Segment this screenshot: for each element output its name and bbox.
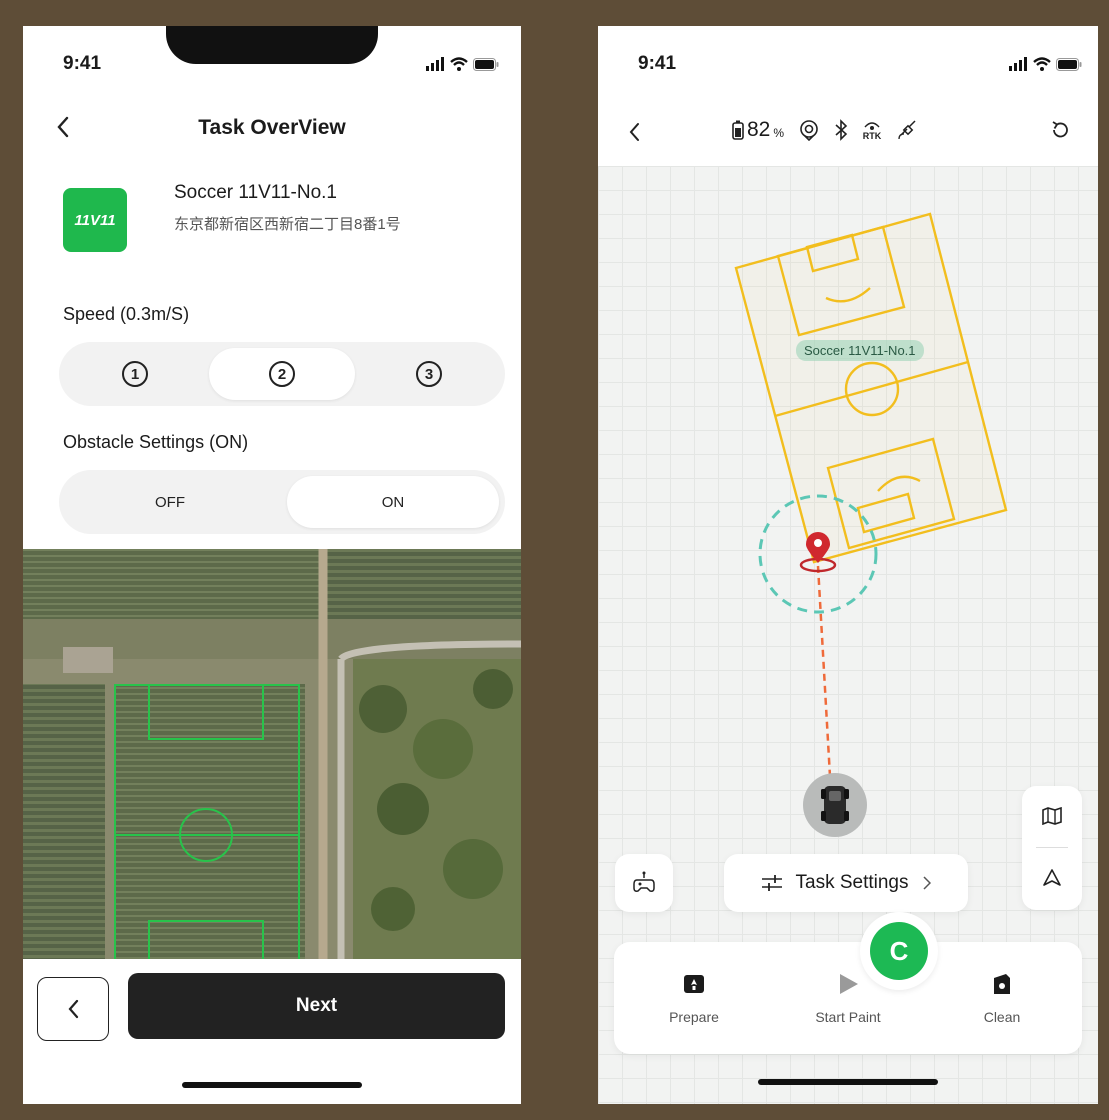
task-settings-label: Task Settings	[795, 872, 909, 893]
navigation-icon	[1042, 868, 1062, 888]
status-time: 9:41	[638, 53, 677, 74]
robot-marker[interactable]	[803, 773, 867, 837]
header	[598, 26, 1098, 166]
gamepad-icon	[632, 871, 656, 895]
status-icons	[425, 57, 499, 71]
wifi-icon	[1033, 57, 1051, 71]
obstacle-off-option[interactable]: OFF	[65, 476, 275, 528]
speed-label: Speed (0.3m/S)	[63, 304, 190, 324]
start-paint-label: Start Paint	[815, 1009, 881, 1025]
back-chevron-icon[interactable]	[628, 122, 640, 142]
avatar-initial: C	[870, 922, 928, 980]
obstacle-selector: OFF ON	[59, 470, 505, 534]
prepare-label: Prepare	[669, 1009, 719, 1025]
next-button[interactable]: Next	[128, 973, 505, 1039]
signal-icon	[425, 57, 445, 71]
gps-icon	[798, 119, 820, 141]
battery-icon	[1056, 58, 1082, 71]
map-view-button[interactable]	[1022, 786, 1082, 846]
device-status-bar: 82 % RTK	[732, 118, 920, 142]
status-icons	[1008, 57, 1082, 71]
robot-icon	[821, 783, 849, 827]
prepare-button[interactable]: Prepare	[634, 972, 754, 1025]
battery-icon	[473, 58, 499, 71]
remote-control-button[interactable]	[615, 854, 673, 912]
notch	[166, 26, 378, 64]
map-screen: 9:41 82 % RTK Soccer 11V11-No.1 Task Set…	[598, 26, 1098, 1104]
speed-selector: 1 2 3	[59, 342, 505, 406]
bluetooth-icon	[834, 119, 848, 141]
wifi-icon	[450, 57, 468, 71]
battery-unit: %	[773, 126, 785, 140]
back-button[interactable]	[37, 977, 109, 1041]
task-settings-button[interactable]: Task Settings	[724, 854, 968, 912]
task-address: 东京都新宿区西新宿二丁目8番1号	[174, 216, 401, 233]
task-badge: 11V11	[63, 188, 127, 252]
home-indicator	[758, 1079, 938, 1085]
satellite-icon	[896, 118, 920, 142]
home-indicator	[182, 1082, 362, 1088]
sliders-icon	[761, 875, 782, 891]
map-icon	[1042, 807, 1062, 825]
speed-option-1[interactable]: 1	[65, 348, 205, 400]
battery-percent: 82	[747, 118, 771, 141]
soccer-field	[734, 212, 1008, 564]
footer-bar: Next	[23, 959, 521, 1104]
device-battery-icon	[732, 120, 744, 140]
speed-2-icon: 2	[269, 361, 295, 387]
map-tools-card	[1022, 786, 1082, 910]
field-label: Soccer 11V11-No.1	[796, 340, 924, 361]
signal-icon	[1008, 57, 1028, 71]
battery-status: 82 %	[732, 118, 784, 142]
clean-label: Clean	[983, 1009, 1021, 1025]
chevron-right-icon	[922, 876, 931, 890]
clean-button[interactable]: Clean	[942, 972, 1062, 1025]
speed-3-icon: 3	[416, 361, 442, 387]
page-title: Task OverView	[198, 116, 346, 139]
obstacle-label: Obstacle Settings (ON)	[63, 432, 249, 452]
action-bar: Prepare Start Paint Clean	[614, 942, 1082, 1054]
speed-option-2[interactable]: 2	[209, 348, 355, 400]
obstacle-on-option[interactable]: ON	[287, 476, 499, 528]
refresh-icon[interactable]	[1050, 120, 1070, 140]
navigate-button[interactable]	[1022, 848, 1082, 908]
speed-1-icon: 1	[122, 361, 148, 387]
task-overview-screen: 9:41 Task OverView 11V11 Soccer 11V11-No…	[23, 26, 521, 1104]
rtk-status: RTK	[862, 119, 882, 141]
avatar[interactable]: C	[860, 912, 938, 990]
clean-icon	[990, 972, 1014, 996]
rtk-label: RTK	[862, 131, 882, 141]
path-line	[816, 565, 833, 795]
speed-option-3[interactable]: 3	[359, 348, 499, 400]
prepare-icon	[682, 972, 706, 996]
play-icon	[836, 972, 860, 996]
map-canvas[interactable]	[598, 166, 1098, 866]
rtk-icon	[862, 119, 882, 131]
chevron-left-icon	[67, 999, 79, 1019]
status-time: 9:41	[63, 53, 102, 74]
task-name: Soccer 11V11-No.1	[174, 182, 337, 203]
satellite-map[interactable]	[23, 549, 521, 959]
